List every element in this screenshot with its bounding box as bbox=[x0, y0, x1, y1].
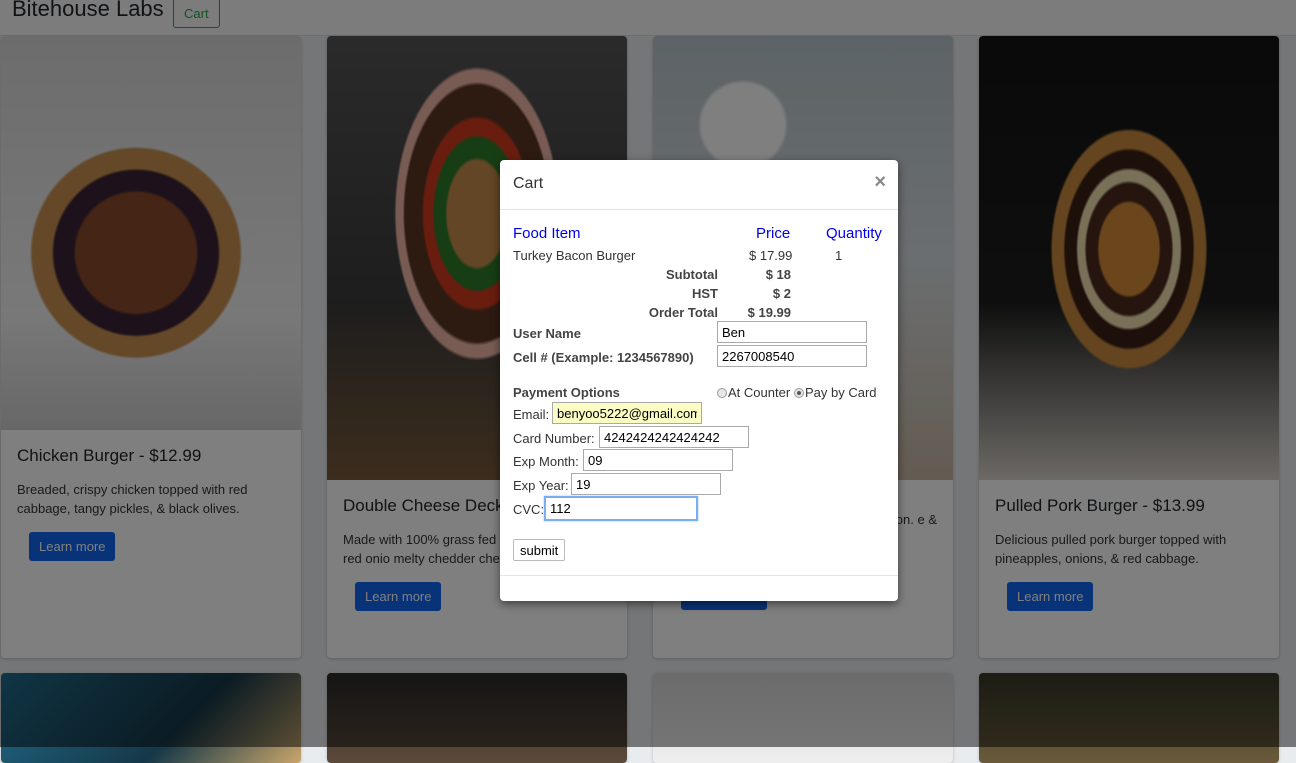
exp-month-input[interactable] bbox=[583, 449, 733, 471]
at-counter-label[interactable]: At Counter bbox=[728, 385, 790, 400]
subtotal-label: Subtotal bbox=[666, 267, 718, 282]
user-name-label: User Name bbox=[513, 326, 581, 341]
cvc-label: CVC: bbox=[513, 502, 545, 517]
subtotal-value: $ 18 bbox=[765, 267, 791, 282]
cart-modal: Cart × Food Item Price Quantity Turkey B… bbox=[500, 160, 898, 601]
hst-label: HST bbox=[692, 286, 718, 301]
modal-header: Cart × bbox=[500, 160, 898, 210]
exp-year-input[interactable] bbox=[571, 473, 721, 495]
card-number-input[interactable] bbox=[599, 426, 749, 448]
exp-month-label: Exp Month: bbox=[513, 454, 579, 469]
user-name-input[interactable] bbox=[717, 321, 867, 343]
cart-item-quantity: 1 bbox=[835, 248, 843, 263]
card-number-label: Card Number: bbox=[513, 431, 595, 446]
hst-value: $ 2 bbox=[772, 286, 791, 301]
exp-year-label: Exp Year: bbox=[513, 478, 569, 493]
email-label: Email: bbox=[513, 407, 550, 422]
email-input[interactable] bbox=[552, 402, 702, 424]
column-header-food-item: Food Item bbox=[513, 225, 581, 242]
cell-input[interactable] bbox=[717, 345, 867, 367]
column-header-quantity: Quantity bbox=[826, 225, 882, 242]
close-icon[interactable]: × bbox=[874, 172, 886, 192]
cvc-input[interactable] bbox=[544, 496, 698, 521]
radio-at-counter[interactable] bbox=[717, 388, 727, 398]
cart-item-price: $ 17.99 bbox=[749, 248, 793, 263]
order-total-label: Order Total bbox=[648, 305, 718, 320]
modal-footer bbox=[500, 575, 898, 576]
column-header-price: Price bbox=[756, 225, 791, 242]
order-total-value: $ 19.99 bbox=[747, 305, 791, 320]
cart-item-name: Turkey Bacon Burger bbox=[513, 248, 636, 263]
cell-label: Cell # (Example: 1234567890) bbox=[513, 350, 694, 365]
radio-pay-by-card[interactable] bbox=[794, 388, 804, 398]
submit-button[interactable]: submit bbox=[513, 539, 566, 561]
payment-options-label: Payment Options bbox=[513, 385, 620, 400]
pay-by-card-label[interactable]: Pay by Card bbox=[805, 385, 877, 400]
modal-title: Cart bbox=[513, 175, 544, 192]
